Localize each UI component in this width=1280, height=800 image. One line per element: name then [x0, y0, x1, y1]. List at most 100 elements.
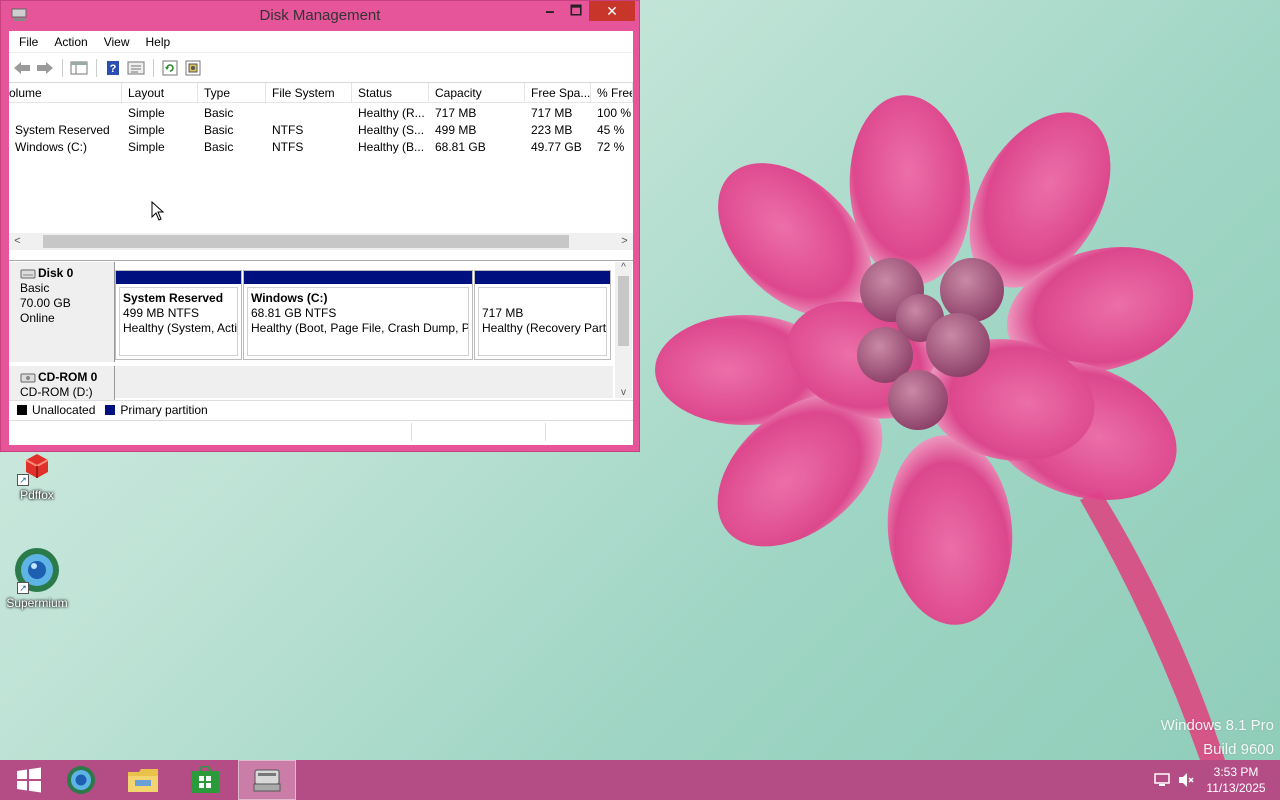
disk-management-icon — [253, 769, 281, 792]
taskbar: 3:53 PM 11/13/2025 — [0, 760, 1280, 800]
console-tree-icon[interactable] — [68, 57, 90, 79]
scroll-down-button[interactable]: v — [615, 387, 632, 398]
partition-size: 717 MB — [482, 306, 524, 320]
partition-name: Windows (C:) — [251, 291, 328, 305]
cell-file-system: NTFS — [272, 140, 304, 154]
start-button[interactable] — [0, 760, 58, 800]
scroll-thumb[interactable] — [43, 235, 569, 248]
cell-percent-free: 100 % — [597, 106, 632, 120]
cell-layout: Simple — [128, 140, 165, 154]
shortcut-arrow-icon: ↗ — [17, 474, 29, 486]
disk-0-label[interactable]: Disk 0 Basic 70.00 GB Online — [9, 262, 115, 362]
volume-list-header: olume Layout Type File System Status Cap… — [9, 83, 633, 103]
taskbar-disk-management[interactable] — [238, 760, 296, 800]
store-icon — [191, 766, 219, 793]
menu-action[interactable]: Action — [46, 31, 95, 53]
desktop-icon-label: Supermium — [6, 596, 68, 610]
volume-muted-icon[interactable] — [1177, 772, 1195, 788]
shortcut-arrow-icon: ↗ — [17, 582, 29, 594]
cell-layout: Simple — [128, 123, 165, 137]
partition-recovery[interactable]: 717 MB Healthy (Recovery Parti — [474, 270, 611, 360]
menu-view[interactable]: View — [96, 31, 138, 53]
refresh-icon[interactable] — [159, 57, 181, 79]
file-explorer-icon — [128, 769, 158, 792]
scroll-left-button[interactable]: < — [9, 233, 26, 250]
menu-file[interactable]: File — [11, 31, 46, 53]
cell-free-space: 49.77 GB — [531, 140, 582, 154]
cell-percent-free: 45 % — [597, 123, 625, 137]
watermark-build: Build 9600 — [1203, 741, 1274, 758]
cd-rom-0-label[interactable]: CD-ROM 0 CD-ROM (D:) — [9, 366, 115, 400]
column-header-status[interactable]: Status — [352, 83, 429, 102]
network-icon[interactable] — [1153, 772, 1171, 788]
disk-graphical-view: Disk 0 Basic 70.00 GB Online System Rese… — [9, 262, 633, 400]
partition-status: Healthy (System, Acti — [123, 321, 238, 335]
table-row[interactable]: Simple Basic Healthy (R... 717 MB 717 MB… — [9, 105, 633, 122]
column-header-free-space[interactable]: Free Spa... — [525, 83, 591, 102]
cell-free-space: 717 MB — [531, 106, 573, 120]
cd-rom-0-sub: CD-ROM (D:) — [20, 385, 93, 399]
window-titlebar[interactable]: Disk Management 🗕 🗖 ✕ — [1, 1, 639, 31]
column-header-volume[interactable]: olume — [9, 83, 122, 102]
partition-legend: Unallocated Primary partition — [9, 400, 633, 418]
volume-list: olume Layout Type File System Status Cap… — [9, 83, 633, 261]
table-row[interactable]: Windows (C:) Simple Basic NTFS Healthy (… — [9, 139, 633, 156]
taskbar-supermium[interactable] — [52, 760, 110, 800]
partition-name — [482, 291, 606, 306]
primary-partition-bar — [244, 271, 472, 284]
column-header-file-system[interactable]: File System — [266, 83, 352, 102]
column-header-type[interactable]: Type — [198, 83, 266, 102]
forward-arrow-icon[interactable] — [34, 57, 56, 79]
desktop-icon-supermium[interactable]: ↗ Supermium — [0, 546, 74, 610]
horizontal-scrollbar[interactable]: < > — [9, 233, 633, 250]
taskbar-store[interactable] — [176, 760, 234, 800]
cell-percent-free: 72 % — [597, 140, 625, 154]
column-header-layout[interactable]: Layout — [122, 83, 198, 102]
maximize-button[interactable]: 🗖 — [562, 1, 590, 21]
desktop-icon-pdffox[interactable]: ↗ Pdffox — [0, 452, 74, 502]
cell-volume — [9, 105, 122, 122]
taskbar-file-explorer[interactable] — [114, 760, 172, 800]
svg-text:?: ? — [110, 63, 117, 75]
menu-help[interactable]: Help — [138, 31, 179, 53]
column-header-capacity[interactable]: Capacity — [429, 83, 525, 102]
cell-free-space: 223 MB — [531, 123, 573, 137]
close-button[interactable]: ✕ — [589, 1, 635, 21]
vertical-scrollbar[interactable]: ^ v — [615, 262, 632, 398]
cell-type: Basic — [204, 123, 234, 137]
toolbar-separator — [153, 58, 154, 77]
partition-size: 499 MB NTFS — [123, 306, 200, 320]
scroll-right-button[interactable]: > — [616, 233, 633, 250]
back-arrow-icon[interactable] — [11, 57, 33, 79]
table-row[interactable]: System Reserved Simple Basic NTFS Health… — [9, 122, 633, 139]
unallocated-swatch — [17, 404, 27, 415]
cell-capacity: 717 MB — [435, 106, 477, 120]
scroll-thumb[interactable] — [618, 276, 629, 346]
cd-drive-icon — [20, 373, 36, 382]
column-header-percent-free[interactable]: % Free — [591, 83, 633, 102]
partition-name: System Reserved — [123, 291, 224, 305]
disk-management-window: Disk Management 🗕 🗖 ✕ File Action View H… — [0, 0, 640, 452]
properties-icon[interactable] — [125, 57, 147, 79]
supermium-browser-icon — [67, 766, 95, 794]
hard-disk-icon — [20, 269, 36, 278]
cell-capacity: 68.81 GB — [435, 140, 486, 154]
cd-rom-0-title: CD-ROM 0 — [20, 370, 114, 385]
primary-partition-bar — [116, 271, 241, 284]
menu-bar: File Action View Help — [9, 31, 633, 53]
cell-status: Healthy (R... — [358, 106, 425, 120]
windows-logo-icon — [17, 767, 41, 793]
help-icon[interactable]: ? — [102, 57, 124, 79]
os-watermark: Windows 8.1 Pro Build 9600 — [1161, 714, 1274, 762]
cell-volume: System Reserved — [15, 123, 110, 137]
scroll-up-button[interactable]: ^ — [615, 262, 632, 273]
minimize-button[interactable]: 🗕 — [536, 1, 564, 21]
cell-type: Basic — [204, 140, 234, 154]
cell-file-system: NTFS — [272, 123, 304, 137]
partition-windows-c[interactable]: Windows (C:) 68.81 GB NTFS Healthy (Boot… — [243, 270, 473, 360]
partition-system-reserved[interactable]: System Reserved 499 MB NTFS Healthy (Sys… — [115, 270, 242, 360]
disk-0-state: Online — [20, 311, 55, 325]
system-clock[interactable]: 3:53 PM 11/13/2025 — [1198, 764, 1274, 796]
rescan-disks-icon[interactable] — [182, 57, 204, 79]
cell-capacity: 499 MB — [435, 123, 477, 137]
